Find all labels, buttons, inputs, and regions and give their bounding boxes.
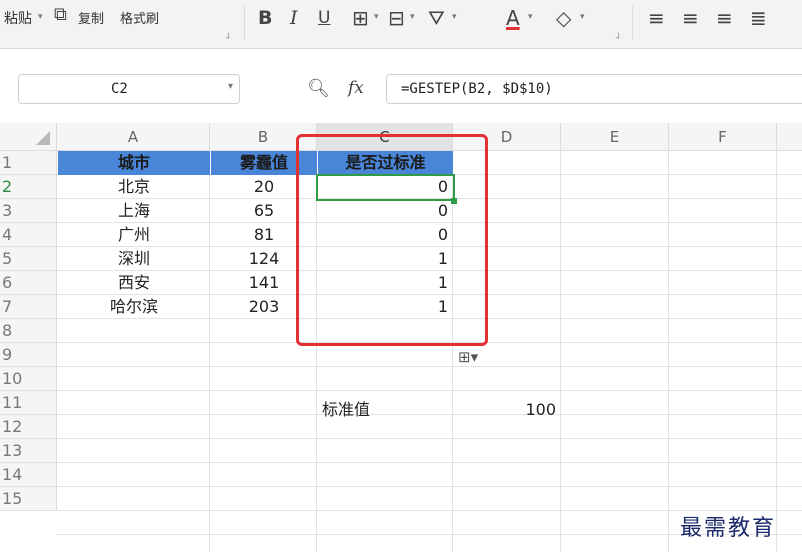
- standard-value[interactable]: 100: [454, 398, 561, 422]
- city-cell[interactable]: 深圳: [58, 247, 210, 271]
- formula-input[interactable]: =GESTEP(B2, $D$10): [386, 74, 802, 104]
- format-painter-button[interactable]: 格式刷: [120, 8, 159, 27]
- bold-button[interactable]: B: [258, 6, 272, 30]
- header-city[interactable]: 城市: [58, 151, 210, 175]
- underline-button[interactable]: U: [318, 6, 330, 30]
- fill-color-dropdown-icon[interactable]: ▾: [452, 12, 457, 22]
- column-header-f[interactable]: F: [669, 123, 777, 151]
- row-header[interactable]: 15: [0, 487, 57, 511]
- name-box-value: C2: [111, 81, 128, 97]
- name-box[interactable]: C2 ▾: [18, 74, 240, 104]
- standard-label[interactable]: 标准值: [322, 398, 452, 422]
- cell-style-icon[interactable]: ⊟: [388, 6, 405, 30]
- ribbon-toolbar: 粘贴 ▾ ⧉ 复制 格式刷 ┘ B I U ⊞ ▾ ⊟ ▾ ⛛ ▾ A ▾ ◇ …: [0, 0, 802, 49]
- city-cell[interactable]: 哈尔滨: [58, 295, 210, 319]
- column-header-e[interactable]: E: [561, 123, 669, 151]
- row-header[interactable]: 8: [0, 319, 57, 343]
- row-header[interactable]: 6: [0, 271, 57, 295]
- fill-color-icon[interactable]: ⛛: [428, 6, 445, 30]
- insert-function-button[interactable]: fx: [348, 78, 364, 98]
- column-header-a[interactable]: A: [57, 123, 210, 151]
- toolbar-divider: [244, 6, 245, 40]
- toolbar-divider: [632, 6, 633, 40]
- row-header[interactable]: 4: [0, 223, 57, 247]
- copy-icon[interactable]: ⧉: [54, 3, 67, 27]
- justify-icon[interactable]: ≣: [750, 6, 767, 30]
- row-header[interactable]: 5: [0, 247, 57, 271]
- borders-dropdown-icon[interactable]: ▾: [374, 12, 379, 22]
- cell-style-dropdown-icon[interactable]: ▾: [410, 12, 415, 22]
- align-middle-icon[interactable]: ≡: [682, 6, 699, 30]
- row-header[interactable]: 13: [0, 439, 57, 463]
- column-header-g[interactable]: [777, 123, 802, 151]
- row-header[interactable]: 14: [0, 463, 57, 487]
- align-bottom-icon[interactable]: ≡: [716, 6, 733, 30]
- city-cell[interactable]: 广州: [58, 223, 210, 247]
- select-all-corner[interactable]: [0, 123, 57, 151]
- clear-format-icon[interactable]: ◇: [556, 6, 571, 30]
- paste-dropdown-icon[interactable]: ▾: [38, 12, 43, 22]
- row-header[interactable]: 3: [0, 199, 57, 223]
- paste-options-icon[interactable]: ⊞▾: [458, 348, 478, 366]
- city-cell[interactable]: 上海: [58, 199, 210, 223]
- row-header[interactable]: 7: [0, 295, 57, 319]
- align-top-icon[interactable]: ≡: [648, 6, 665, 30]
- row-header[interactable]: 12: [0, 415, 57, 439]
- font-color-dropdown-icon[interactable]: ▾: [528, 12, 533, 22]
- highlight-box: [296, 134, 488, 346]
- row-header[interactable]: 11: [0, 391, 57, 415]
- city-cell[interactable]: 北京: [58, 175, 210, 199]
- font-expand-icon[interactable]: ┘: [616, 34, 621, 44]
- name-box-dropdown-icon[interactable]: ▾: [228, 81, 233, 92]
- formula-text: =GESTEP(B2, $D$10): [401, 81, 553, 97]
- paste-button[interactable]: 粘贴: [4, 8, 32, 28]
- row-header[interactable]: 1: [0, 151, 57, 175]
- borders-icon[interactable]: ⊞: [352, 6, 369, 30]
- font-color-button[interactable]: A: [506, 6, 520, 30]
- italic-button[interactable]: I: [290, 6, 298, 30]
- clear-format-dropdown-icon[interactable]: ▾: [580, 12, 585, 22]
- row-header[interactable]: 9: [0, 343, 57, 367]
- city-cell[interactable]: 西安: [58, 271, 210, 295]
- row-header[interactable]: 2: [0, 175, 57, 199]
- clipboard-expand-icon[interactable]: ┘: [226, 34, 231, 44]
- watermark: 最需教育: [680, 516, 777, 541]
- copy-button[interactable]: 复制: [78, 8, 104, 27]
- zoom-icon[interactable]: 🔍︎: [307, 78, 330, 99]
- row-header[interactable]: 10: [0, 367, 57, 391]
